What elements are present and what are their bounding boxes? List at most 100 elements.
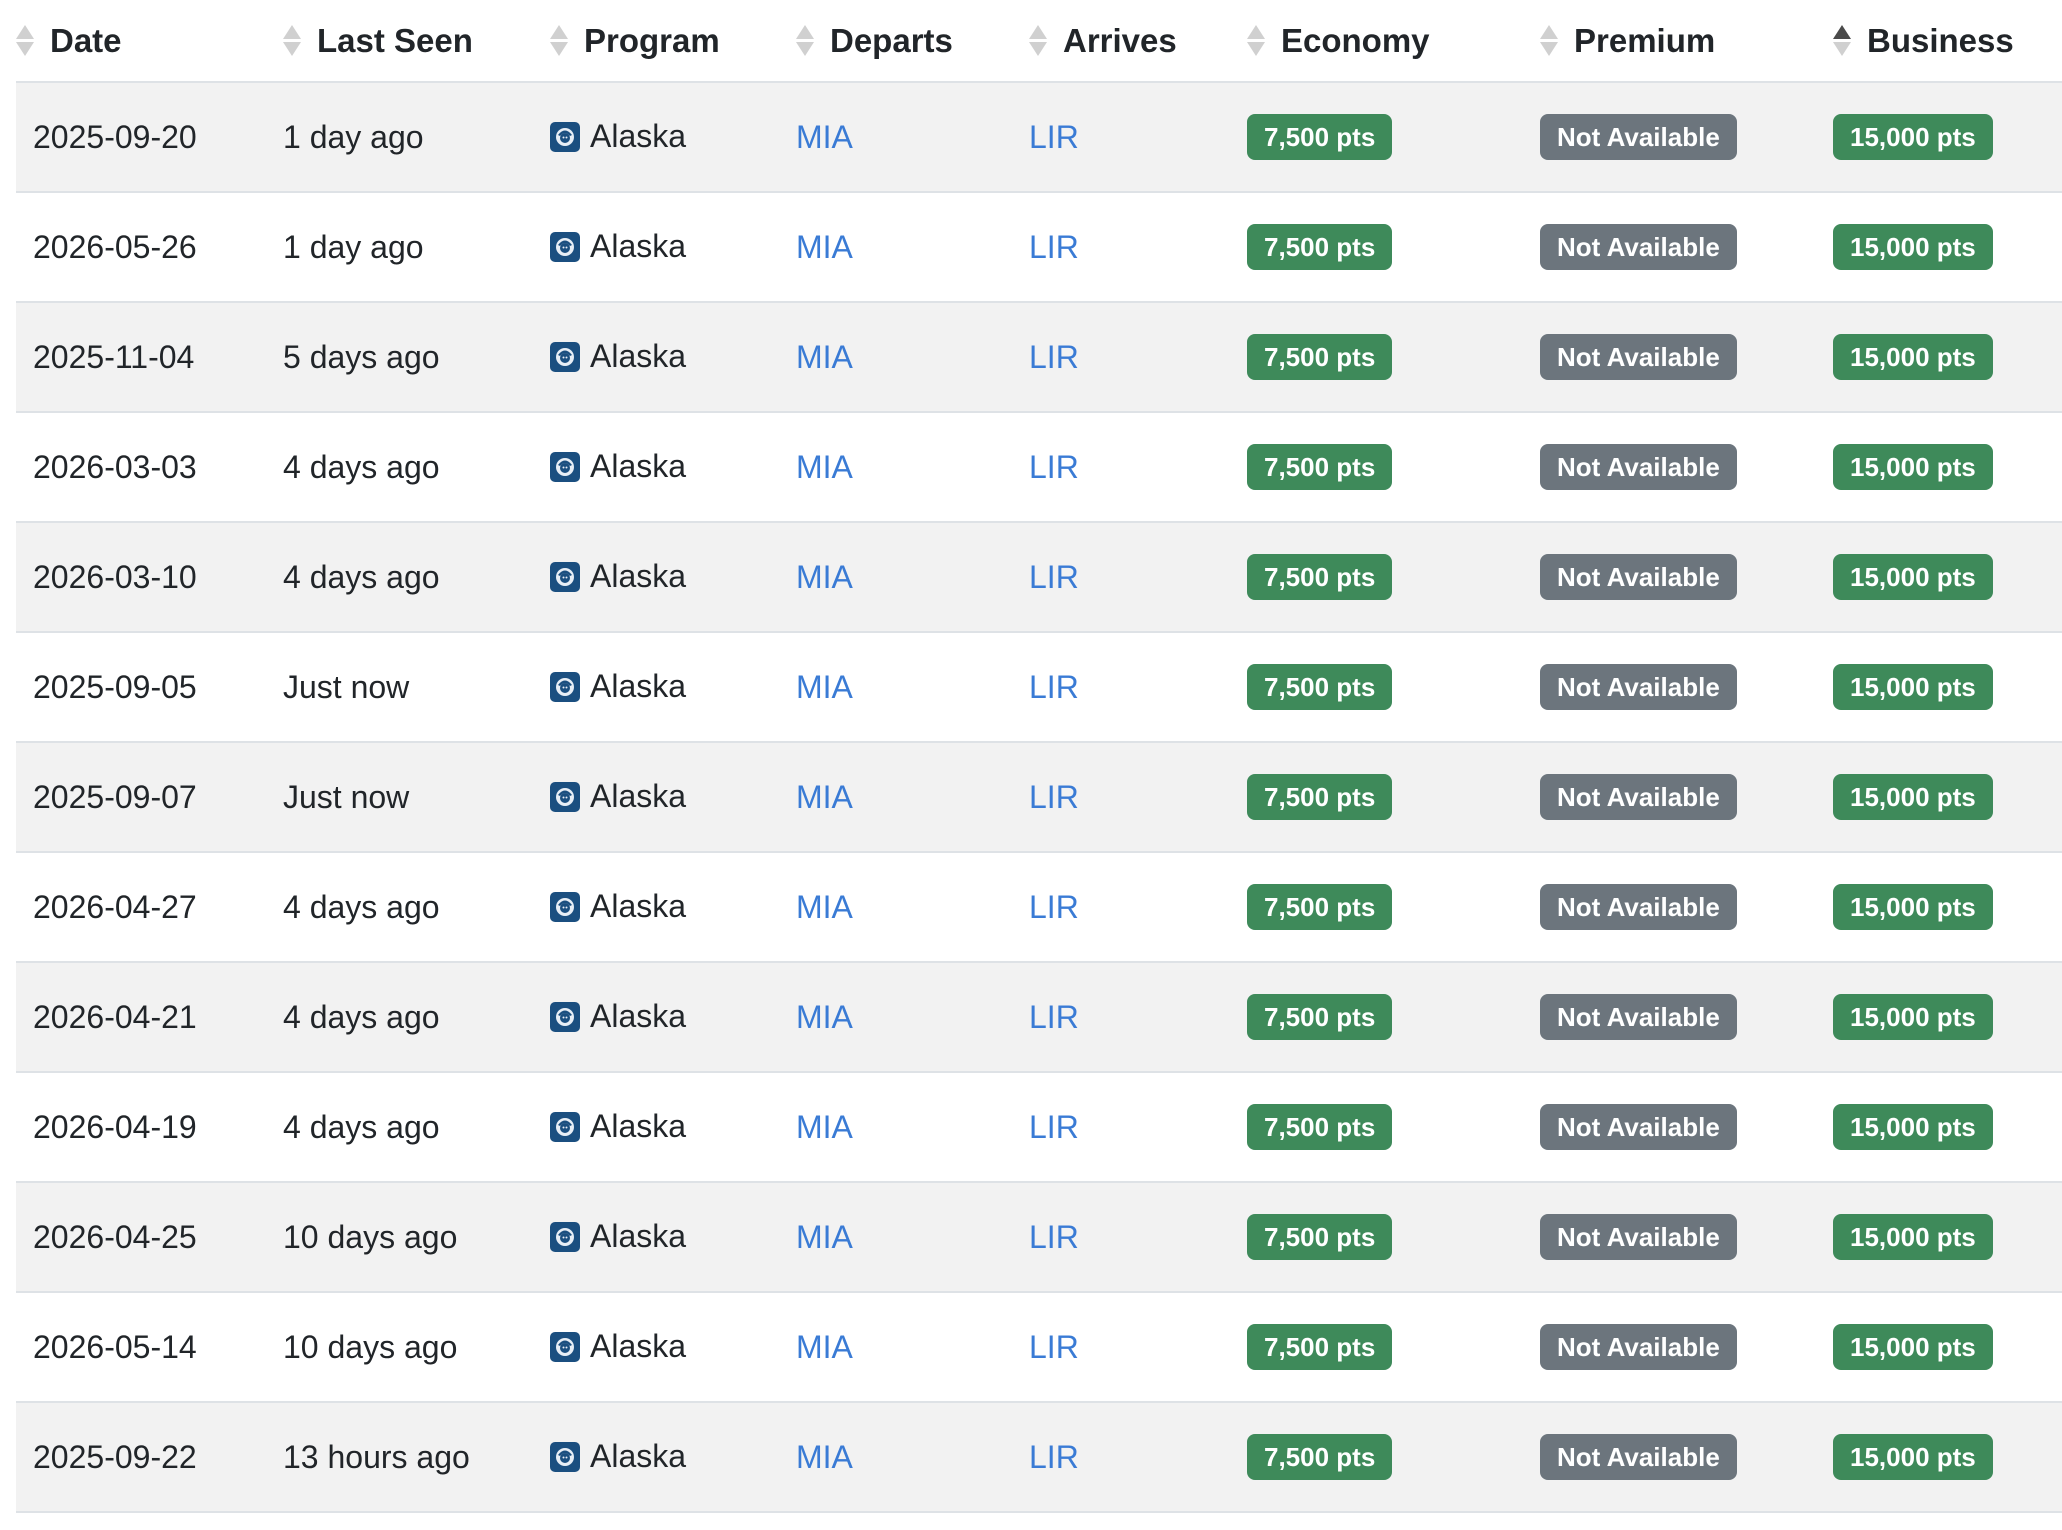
table-row[interactable]: 2025-11-04 5 days ago Alaska MIA LIR 7,5…: [16, 302, 2062, 412]
economy-price-badge[interactable]: 7,500 pts: [1247, 334, 1393, 380]
economy-price-badge[interactable]: 7,500 pts: [1247, 994, 1393, 1040]
arrives-airport-link[interactable]: LIR: [1029, 339, 1079, 375]
sort-icon[interactable]: [796, 25, 814, 56]
business-price-badge[interactable]: 15,000 pts: [1833, 224, 1993, 270]
economy-price-badge[interactable]: 7,500 pts: [1247, 884, 1393, 930]
departs-airport-link[interactable]: MIA: [796, 119, 853, 155]
column-header-label: Last Seen: [317, 21, 473, 59]
economy-price-badge[interactable]: 7,500 pts: [1247, 1214, 1393, 1260]
business-price-badge[interactable]: 15,000 pts: [1833, 1324, 1993, 1370]
arrives-airport-link[interactable]: LIR: [1029, 999, 1079, 1035]
economy-price-badge[interactable]: 7,500 pts: [1247, 664, 1393, 710]
table-row[interactable]: 2025-09-07 Just now Alaska MIA LIR 7,500…: [16, 742, 2062, 852]
business-price-badge[interactable]: 15,000 pts: [1833, 334, 1993, 380]
arrives-airport-link[interactable]: LIR: [1029, 1109, 1079, 1145]
column-header-label: Date: [50, 21, 122, 59]
column-header-program[interactable]: Program: [550, 0, 796, 82]
arrives-airport-link[interactable]: LIR: [1029, 229, 1079, 265]
last-seen-value: 13 hours ago: [283, 1438, 470, 1475]
award-availability-table: Date Last Seen Program Departs Arrives E…: [16, 0, 2062, 1513]
date-cell: 2025-09-20: [16, 82, 283, 192]
arrives-airport-link[interactable]: LIR: [1029, 1329, 1079, 1365]
business-price-badge[interactable]: 15,000 pts: [1833, 114, 1993, 160]
economy-price-badge[interactable]: 7,500 pts: [1247, 1104, 1393, 1150]
table-row[interactable]: 2026-04-19 4 days ago Alaska MIA LIR 7,5…: [16, 1072, 2062, 1182]
departs-airport-link[interactable]: MIA: [796, 669, 853, 705]
program-cell: Alaska: [550, 82, 796, 192]
departs-cell: MIA: [796, 82, 1029, 192]
table-row[interactable]: 2025-09-20 1 day ago Alaska MIA LIR 7,50…: [16, 82, 2062, 192]
departs-airport-link[interactable]: MIA: [796, 779, 853, 815]
economy-price-badge[interactable]: 7,500 pts: [1247, 554, 1393, 600]
arrives-airport-link[interactable]: LIR: [1029, 889, 1079, 925]
business-price-badge[interactable]: 15,000 pts: [1833, 1434, 1993, 1480]
column-header-departs[interactable]: Departs: [796, 0, 1029, 82]
table-row[interactable]: 2026-04-21 4 days ago Alaska MIA LIR 7,5…: [16, 962, 2062, 1072]
alaska-airlines-logo-icon: [550, 561, 580, 592]
sort-icon[interactable]: [1247, 25, 1265, 56]
sort-icon[interactable]: [283, 25, 301, 56]
column-header-last-seen[interactable]: Last Seen: [283, 0, 550, 82]
sort-icon[interactable]: [1029, 25, 1047, 56]
premium-status-badge: Not Available: [1540, 1434, 1737, 1480]
arrives-airport-link[interactable]: LIR: [1029, 1219, 1079, 1255]
departs-airport-link[interactable]: MIA: [796, 889, 853, 925]
table-row[interactable]: 2025-09-22 13 hours ago Alaska MIA LIR 7…: [16, 1402, 2062, 1512]
column-header-economy[interactable]: Economy: [1247, 0, 1540, 82]
departs-airport-link[interactable]: MIA: [796, 1329, 853, 1365]
date-cell: 2026-04-19: [16, 1072, 283, 1182]
business-price-badge[interactable]: 15,000 pts: [1833, 444, 1993, 490]
last-seen-cell: Just now: [283, 632, 550, 742]
departs-airport-link[interactable]: MIA: [796, 449, 853, 485]
column-header-arrives[interactable]: Arrives: [1029, 0, 1247, 82]
last-seen-cell: 4 days ago: [283, 962, 550, 1072]
sort-icon[interactable]: [16, 25, 34, 56]
table-row[interactable]: 2025-09-05 Just now Alaska MIA LIR 7,500…: [16, 632, 2062, 742]
sort-icon[interactable]: [550, 25, 568, 56]
economy-price-badge[interactable]: 7,500 pts: [1247, 444, 1393, 490]
departs-airport-link[interactable]: MIA: [796, 1439, 853, 1475]
departs-airport-link[interactable]: MIA: [796, 229, 853, 265]
economy-price-badge[interactable]: 7,500 pts: [1247, 1434, 1393, 1480]
arrives-airport-link[interactable]: LIR: [1029, 779, 1079, 815]
business-price-badge[interactable]: 15,000 pts: [1833, 994, 1993, 1040]
arrives-airport-link[interactable]: LIR: [1029, 119, 1079, 155]
table-row[interactable]: 2026-03-03 4 days ago Alaska MIA LIR 7,5…: [16, 412, 2062, 522]
business-price-badge[interactable]: 15,000 pts: [1833, 554, 1993, 600]
economy-price-badge[interactable]: 7,500 pts: [1247, 114, 1393, 160]
arrives-airport-link[interactable]: LIR: [1029, 449, 1079, 485]
table-row[interactable]: 2026-05-14 10 days ago Alaska MIA LIR 7,…: [16, 1292, 2062, 1402]
business-price-badge[interactable]: 15,000 pts: [1833, 1104, 1993, 1150]
sort-ascending-icon[interactable]: [1833, 25, 1851, 56]
premium-status-badge: Not Available: [1540, 664, 1737, 710]
departs-airport-link[interactable]: MIA: [796, 999, 853, 1035]
program-cell: Alaska: [550, 632, 796, 742]
table-row[interactable]: 2026-04-25 10 days ago Alaska MIA LIR 7,…: [16, 1182, 2062, 1292]
departs-airport-link[interactable]: MIA: [796, 1109, 853, 1145]
economy-price-badge[interactable]: 7,500 pts: [1247, 1324, 1393, 1370]
table-row[interactable]: 2026-03-10 4 days ago Alaska MIA LIR 7,5…: [16, 522, 2062, 632]
column-header-date[interactable]: Date: [16, 0, 283, 82]
arrives-airport-link[interactable]: LIR: [1029, 559, 1079, 595]
departs-airport-link[interactable]: MIA: [796, 559, 853, 595]
table-row[interactable]: 2026-05-26 1 day ago Alaska MIA LIR 7,50…: [16, 192, 2062, 302]
last-seen-cell: 4 days ago: [283, 412, 550, 522]
departs-airport-link[interactable]: MIA: [796, 1219, 853, 1255]
column-header-business[interactable]: Business: [1833, 0, 2062, 82]
table-row[interactable]: 2026-04-27 4 days ago Alaska MIA LIR 7,5…: [16, 852, 2062, 962]
arrives-airport-link[interactable]: LIR: [1029, 669, 1079, 705]
sort-icon[interactable]: [1540, 25, 1558, 56]
date-value: 2026-05-14: [33, 1328, 197, 1365]
economy-cell: 7,500 pts: [1247, 82, 1540, 192]
economy-price-badge[interactable]: 7,500 pts: [1247, 774, 1393, 820]
economy-cell: 7,500 pts: [1247, 1402, 1540, 1512]
economy-price-badge[interactable]: 7,500 pts: [1247, 224, 1393, 270]
business-price-badge[interactable]: 15,000 pts: [1833, 1214, 1993, 1260]
column-header-premium[interactable]: Premium: [1540, 0, 1833, 82]
arrives-airport-link[interactable]: LIR: [1029, 1439, 1079, 1475]
business-price-badge[interactable]: 15,000 pts: [1833, 774, 1993, 820]
departs-cell: MIA: [796, 1402, 1029, 1512]
business-price-badge[interactable]: 15,000 pts: [1833, 884, 1993, 930]
business-price-badge[interactable]: 15,000 pts: [1833, 664, 1993, 710]
departs-airport-link[interactable]: MIA: [796, 339, 853, 375]
